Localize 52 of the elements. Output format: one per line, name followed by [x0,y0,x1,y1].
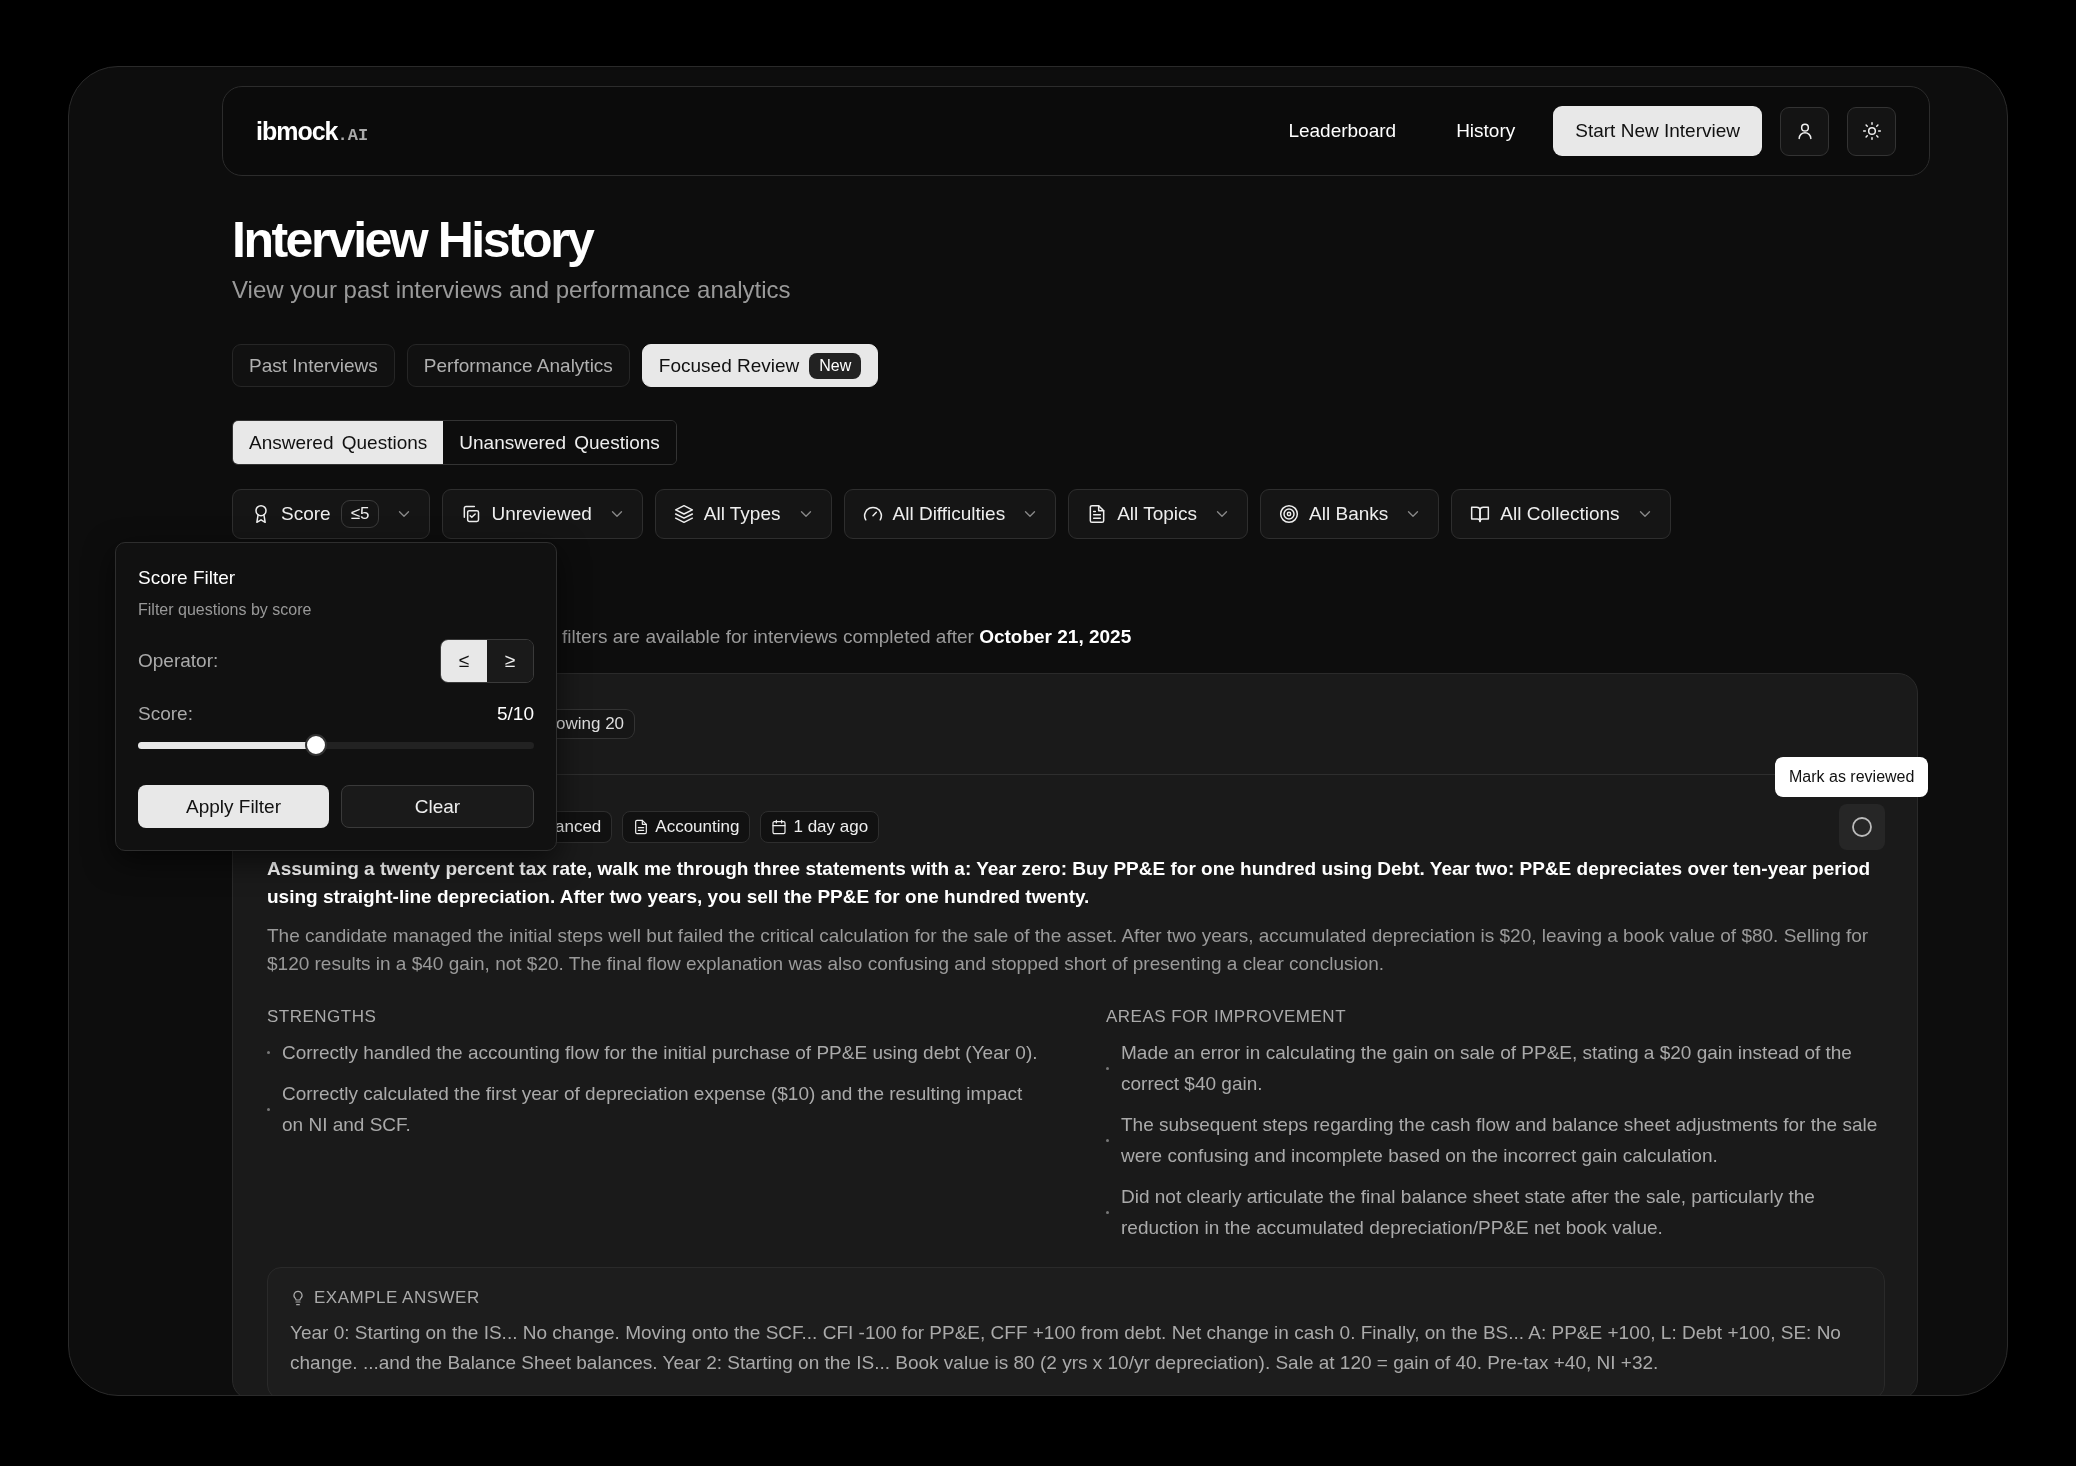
section-heading: AREAS FOR IMPROVEMENT [1106,1006,1348,1028]
filter-dropdown[interactable]: All Types [654,489,832,539]
filter-dropdown[interactable]: Score ≤5 [232,489,431,539]
filter-dropdown[interactable]: Unreviewed [442,489,643,539]
tab[interactable]: Past Interviews [232,344,395,387]
tab[interactable]: Focused Review New [641,344,879,387]
example-answer-text: Year 0: Starting on the IS... No change. Moving onto the SCF... CFI -100 for PP&E, CFF +100 from debt. Net change in cash 0. Finally, on the BS... A: PP&E +100, L: Debt +100, SE: No change. ...and the Balance Sheet balances. Year 2: Starting on the IS... Book value is 80 (2 yrs x 10/yr depreciation). Sale at 120 = gain of 40. Pre-tax +40, NI +32. [290,1321,1842,1375]
filter-dropdown[interactable]: All Banks [1260,489,1440,539]
popover-title: Score Filter [138,566,237,590]
filter-label: All Topics [1117,503,1198,525]
operator-toggle[interactable]: ≤ [441,640,487,682]
filter-label: Unreviewed [491,503,592,525]
filter-label: All Types [703,503,781,525]
question-text: Assuming a twenty percent tax rate, walk me through three statements with a: Year zero: Buy PP&E for one hundred using Debt. Year two: PP&E depreciates over ten-year period using straight-line depreciation. After two years, you sell the PP&E for one hundred twenty. [267,857,1872,909]
feedback-summary: The candidate managed the initial steps well but failed the critical calculation for the sale of the asset. After two years, accumulated depreciation is $20, leaving a book value of $80. Selling for $120 results in a $40 gain, not $20. The final flow explanation was also confusing and stopped short of presenting a clear conclusion. [267,924,1870,976]
nav-link[interactable]: Leaderboard [1258,120,1427,142]
nav-link[interactable]: History [1426,120,1546,142]
logo[interactable]: ibmock.AI [256,116,369,146]
tag-label: 1 day ago [793,817,869,837]
filter-label: All Banks [1309,503,1389,525]
clear-button[interactable]: Clear [341,785,534,828]
tag-label: anced [555,817,602,837]
start-interview-button[interactable]: Start New Interview [1553,106,1762,156]
filter-label: Score [281,503,331,525]
improvement-item: The subsequent steps regarding the cash flow and balance sheet adjustments for the sale were confusing and incomplete based on the incorrect gain calculation. [1121,1113,1879,1168]
section-heading: STRENGTHS [267,1006,378,1028]
section-heading: EXAMPLE ANSWER [314,1287,480,1309]
improvement-item: Made an error in calculating the gain on sale of PP&E, stating a $20 gain instead of the correct $40 gain. [1121,1041,1853,1096]
score-badge: ≤5 [340,500,380,528]
tab[interactable]: Performance Analytics [406,344,630,387]
tooltip: Mark as reviewed [1775,757,1929,797]
filter-label: All Difficulties [892,503,1006,525]
new-badge: New [809,352,862,379]
filter-dropdown[interactable]: All Topics [1068,489,1249,539]
tag-label: Accounting [655,817,740,837]
improvement-item: Did not clearly articulate the final balance sheet state after the sale, particularly the reduction in the accumulated depreciation/PP&E net book value. [1121,1185,1816,1240]
score-label: Score: [138,703,193,725]
operator-label: Operator: [138,650,219,672]
apply-filter-button[interactable]: Apply Filter [138,785,329,828]
strength-item: Correctly handled the accounting flow for the initial purchase of PP&E using debt (Year 0). [282,1041,1038,1065]
filter-dropdown[interactable]: All Difficulties [843,489,1057,539]
score-value: 5/10 [497,703,534,725]
info-text: filters are available for interviews completed after October 21, 2025 [562,625,1133,649]
strength-item: Correctly calculated the first year of depreciation expense ($10) and the resulting impact on NI and SCF. [282,1082,1024,1137]
segment-tab[interactable]: Answered Questions [233,421,444,464]
filter-dropdown[interactable]: All Collections [1451,489,1671,539]
page-title: Interview History [232,211,595,270]
operator-toggle[interactable]: ≥ [487,640,533,682]
filter-label: All Collections [1500,503,1620,525]
count-badge: owing 20 [556,709,636,739]
popover-description: Filter questions by score [138,601,313,619]
page-subtitle: View your past interviews and performance analytics [232,275,792,305]
